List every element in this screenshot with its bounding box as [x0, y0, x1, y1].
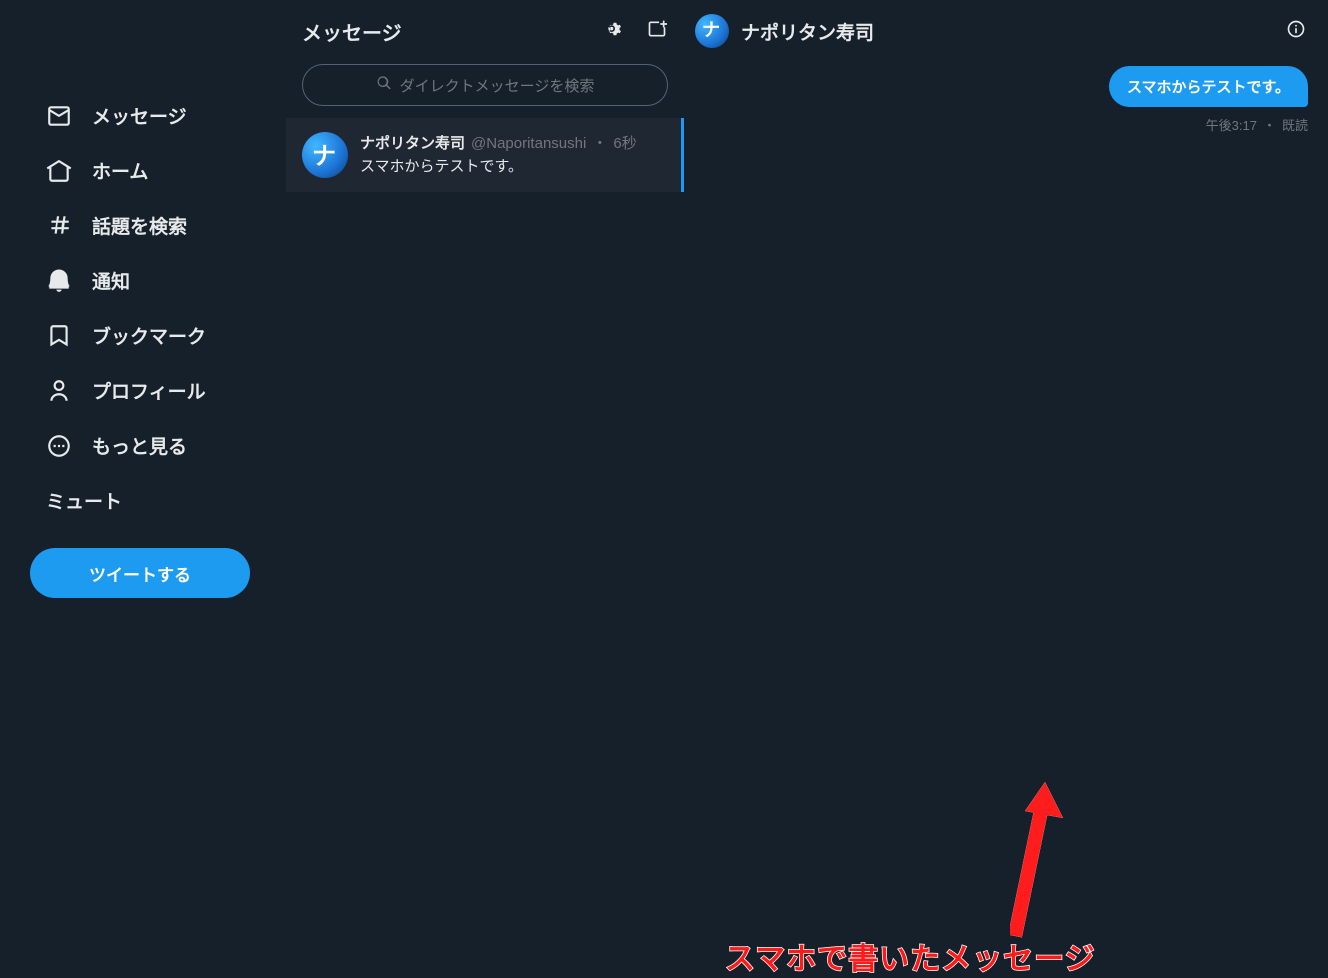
nav-label: 話題を検索 [92, 212, 187, 239]
home-icon [46, 158, 72, 184]
nav-label: プロフィール [92, 377, 206, 404]
nav-item-profile[interactable]: プロフィール [30, 367, 285, 414]
message-time: 午後3:17 [1206, 115, 1257, 134]
envelope-icon [46, 103, 72, 129]
conversation-item[interactable]: ナポリタン寿司 @Naporitansushi ・ 6秒 スマホからテストです。 [286, 118, 684, 192]
nav-item-mute[interactable]: ミュート [30, 477, 285, 524]
message-meta: 午後3:17 ・ 既読 [1206, 115, 1308, 134]
search-icon [376, 75, 392, 95]
new-message-icon [647, 19, 667, 44]
more-circle-icon [46, 433, 72, 459]
dm-title: メッセージ [302, 17, 402, 46]
nav-label: ミュート [46, 487, 122, 514]
dm-search-input[interactable]: ダイレクトメッセージを検索 [302, 64, 668, 106]
chat-column: ナポリタン寿司 スマホからテストです。 午後3:17 ・ 既読 [685, 0, 1328, 656]
nav-item-notifications[interactable]: 通知 [30, 257, 285, 304]
conversation-handle: @Naporitansushi [471, 135, 586, 152]
dm-search-placeholder: ダイレクトメッセージを検索 [400, 75, 595, 96]
info-icon [1286, 19, 1306, 44]
nav-item-explore[interactable]: 話題を検索 [30, 202, 285, 249]
chat-title: ナポリタン寿司 [741, 18, 874, 45]
dm-header: メッセージ [286, 8, 684, 64]
sent-message-bubble[interactable]: スマホからテストです。 [1109, 66, 1308, 107]
gear-icon [605, 19, 625, 44]
chat-header: ナポリタン寿司 [685, 8, 1328, 66]
nav-label: メッセージ [92, 102, 187, 129]
tweet-button[interactable]: ツイートする [30, 548, 250, 598]
chat-info-button[interactable] [1280, 15, 1312, 47]
new-dm-button[interactable] [642, 16, 672, 46]
bell-icon [46, 268, 72, 294]
hash-icon [46, 213, 72, 239]
dm-list-column: メッセージ ダイレクトメッセージを検索 [285, 0, 685, 656]
dm-settings-button[interactable] [600, 16, 630, 46]
conversation-preview: スマホからテストです。 [360, 155, 665, 176]
dot-separator: ・ [1263, 115, 1276, 134]
person-icon [46, 378, 72, 404]
nav-label: 通知 [92, 267, 130, 294]
nav-item-bookmarks[interactable]: ブックマーク [30, 312, 285, 359]
annotation-text: スマホで書いたメッセージ [725, 934, 1096, 978]
avatar [302, 132, 348, 178]
message-status: 既読 [1282, 115, 1308, 134]
nav-item-messages[interactable]: メッセージ [30, 92, 285, 139]
conversation-time: 6秒 [613, 132, 636, 153]
bookmark-icon [46, 323, 72, 349]
nav-label: もっと見る [92, 432, 187, 459]
messages-area: スマホからテストです。 午後3:17 ・ 既読 [685, 66, 1328, 134]
sidebar: メッセージ ホーム 話題を検索 通知 [0, 0, 285, 656]
nav-item-more[interactable]: もっと見る [30, 422, 285, 469]
annotation-arrow-icon [985, 776, 1075, 946]
avatar [695, 14, 729, 48]
dot-separator: ・ [592, 132, 607, 153]
conversation-name: ナポリタン寿司 [360, 132, 465, 153]
nav-item-home[interactable]: ホーム [30, 147, 285, 194]
nav-label: ブックマーク [92, 322, 206, 349]
nav-label: ホーム [92, 157, 148, 184]
